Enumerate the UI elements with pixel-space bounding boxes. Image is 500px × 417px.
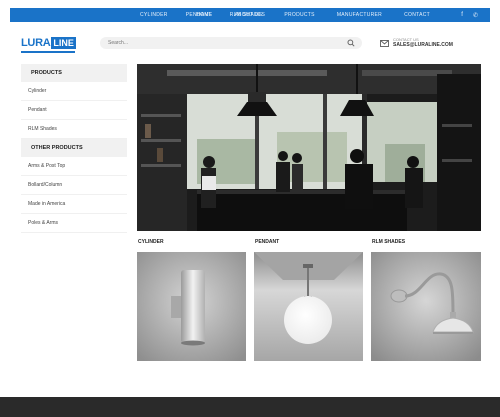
- logo-text-line: LINE: [51, 37, 76, 49]
- nav-link-products[interactable]: PRODUCTS: [284, 12, 314, 18]
- card-title-pendant[interactable]: PENDANT: [255, 239, 279, 245]
- cylinder-light-icon: [137, 252, 246, 361]
- top-nav-right: HOME ABOUT US PRODUCTS MANUFACTURER CONT…: [196, 8, 430, 22]
- card-title-rlm-shades[interactable]: RLM SHADES: [372, 239, 405, 245]
- footer-bar: [0, 397, 500, 417]
- sidebar-item-poles-arms[interactable]: Poles & Arms: [21, 214, 127, 233]
- sidebar-item-cylinder[interactable]: Cylinder: [21, 82, 127, 101]
- top-nav-bar: CYLINDER PENDANT RLM SHADES HOME ABOUT U…: [10, 8, 490, 22]
- search-bar: [100, 37, 362, 49]
- nav-link-contact[interactable]: CONTACT: [404, 12, 430, 18]
- nav-link-cylinder[interactable]: CYLINDER: [140, 12, 168, 18]
- site-logo[interactable]: LURA LINE: [21, 36, 76, 50]
- cafe-interior-photo: [137, 64, 481, 231]
- nav-link-home[interactable]: HOME: [196, 12, 212, 18]
- sidebar-item-made-in-america[interactable]: Made in America: [21, 195, 127, 214]
- pendant-globe-light-icon: [254, 252, 363, 361]
- sidebar-item-pendant[interactable]: Pendant: [21, 101, 127, 120]
- search-input[interactable]: [108, 39, 328, 47]
- nav-link-about-us[interactable]: ABOUT US: [234, 12, 262, 18]
- facebook-icon[interactable]: f: [461, 12, 463, 18]
- phone-icon[interactable]: ✆: [473, 12, 478, 19]
- sidebar-heading-products: PRODUCTS: [21, 64, 127, 82]
- card-title-cylinder[interactable]: CYLINDER: [138, 239, 164, 245]
- social-links: f ✆: [461, 8, 478, 22]
- mail-icon: [380, 39, 389, 47]
- contact-email[interactable]: SALES@LURALINE.COM: [393, 43, 453, 48]
- card-image-cylinder[interactable]: [137, 252, 246, 361]
- logo-underline: [21, 51, 75, 53]
- card-image-pendant[interactable]: [254, 252, 363, 361]
- sidebar-item-bollard-column[interactable]: Bollard/Column: [21, 176, 127, 195]
- card-image-rlm-shades[interactable]: [371, 252, 481, 361]
- nav-link-manufacturer[interactable]: MANUFACTURER: [337, 12, 382, 18]
- sidebar-item-arms-post-top[interactable]: Arms & Post Top: [21, 157, 127, 176]
- sidebar-heading-other-products: OTHER PRODUCTS: [21, 139, 127, 157]
- header-contact[interactable]: CONTACT US SALES@LURALINE.COM: [380, 38, 453, 48]
- logo-text-lura: LURA: [21, 37, 51, 49]
- hero-banner-image: [137, 64, 481, 231]
- search-icon[interactable]: [347, 39, 355, 47]
- sidebar: PRODUCTS Cylinder Pendant RLM Shades OTH…: [21, 64, 127, 233]
- rlm-gooseneck-light-icon: [371, 252, 481, 361]
- sidebar-item-rlm-shades[interactable]: RLM Shades: [21, 120, 127, 139]
